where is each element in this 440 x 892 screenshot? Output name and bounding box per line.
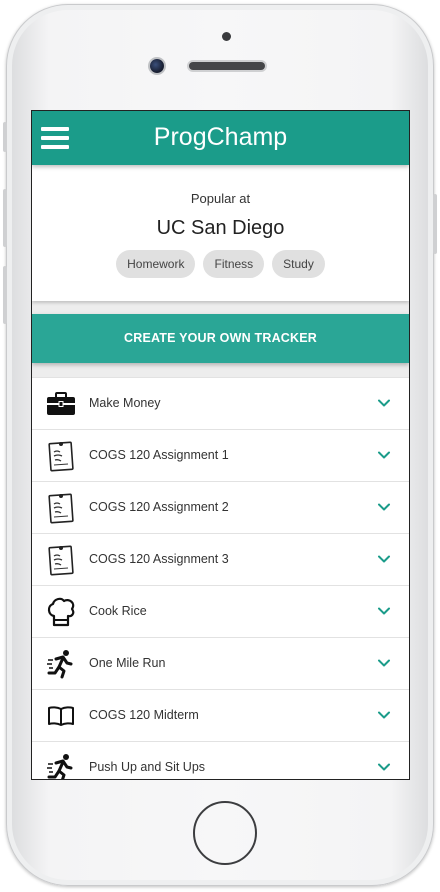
runner-icon (44, 751, 78, 779)
app-bar: ProgChamp (32, 111, 409, 165)
popular-card: Popular at UC San Diego Homework Fitness… (32, 165, 409, 301)
popular-label: Popular at (190, 191, 251, 206)
tracker-item[interactable]: Cook Rice (32, 585, 409, 637)
tracker-label: Cook Rice (89, 604, 147, 618)
tag-chips: Homework Fitness Study (32, 250, 409, 278)
volume-up-button (3, 189, 7, 247)
home-button[interactable] (193, 801, 257, 865)
app-title: ProgChamp (153, 123, 288, 151)
chevron-down-icon[interactable] (377, 552, 391, 566)
chevron-down-icon[interactable] (377, 448, 391, 462)
tag-chip-fitness[interactable]: Fitness (203, 250, 265, 278)
open-book-icon (44, 699, 78, 733)
chevron-down-icon[interactable] (377, 656, 391, 670)
chevron-down-icon[interactable] (377, 604, 391, 618)
tracker-label: Make Money (89, 396, 161, 410)
tracker-label: COGS 120 Assignment 1 (89, 448, 229, 462)
homework-note-icon (44, 543, 78, 577)
tracker-list: Make Money COGS 120 Assignment 1 COGS 120 … (32, 377, 409, 779)
tracker-label: COGS 120 Midterm (89, 708, 199, 722)
volume-down-button (3, 266, 7, 324)
runner-icon (44, 647, 78, 681)
chevron-down-icon[interactable] (377, 396, 391, 410)
tag-chip-homework[interactable]: Homework (116, 250, 196, 278)
app-screen: ProgChamp Popular at UC San Diego Homewo… (31, 110, 410, 780)
chevron-down-icon[interactable] (377, 760, 391, 774)
proximity-sensor (222, 32, 231, 41)
earpiece-speaker (189, 62, 265, 70)
tag-chip-study[interactable]: Study (272, 250, 325, 278)
tracker-label: One Mile Run (89, 656, 166, 670)
tracker-item[interactable]: COGS 120 Assignment 3 (32, 533, 409, 585)
homework-note-icon (44, 491, 78, 525)
tracker-item[interactable]: COGS 120 Assignment 2 (32, 481, 409, 533)
homework-note-icon (44, 439, 78, 473)
tracker-item[interactable]: COGS 120 Midterm (32, 689, 409, 741)
chevron-down-icon[interactable] (377, 708, 391, 722)
front-camera (150, 59, 164, 73)
briefcase-icon (44, 387, 78, 421)
tracker-item[interactable]: One Mile Run (32, 637, 409, 689)
tracker-item[interactable]: COGS 120 Assignment 1 (32, 429, 409, 481)
tracker-label: COGS 120 Assignment 2 (89, 500, 229, 514)
tracker-item[interactable]: Make Money (32, 377, 409, 429)
create-tracker-button[interactable]: CREATE YOUR OWN TRACKER (32, 314, 409, 363)
tracker-label: COGS 120 Assignment 3 (89, 552, 229, 566)
school-name: UC San Diego (156, 217, 285, 239)
chevron-down-icon[interactable] (377, 500, 391, 514)
power-button (433, 194, 437, 254)
tracker-item[interactable]: Push Up and Sit Ups (32, 741, 409, 779)
mute-switch (3, 122, 7, 152)
chef-hat-icon (44, 595, 78, 629)
tracker-label: Push Up and Sit Ups (89, 760, 206, 774)
